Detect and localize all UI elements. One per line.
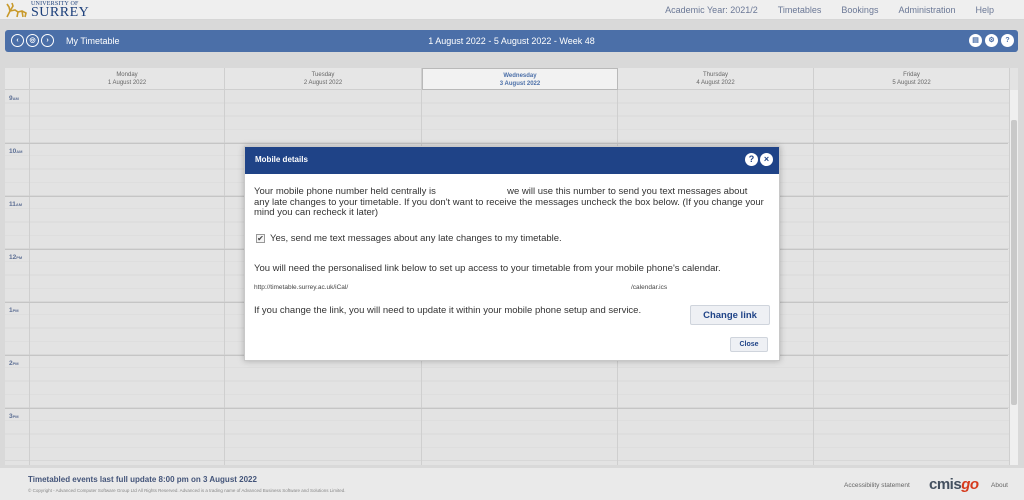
top-header: UNIVERSITY OF SURREY Academic Year: 2021… [0, 0, 1024, 20]
day-header-wednesday: Wednesday 3 August 2022 [422, 68, 618, 90]
mobile-details-dialog: Mobile details ? × Your mobile phone num… [244, 146, 780, 361]
day-name: Wednesday [503, 73, 537, 79]
ical-link[interactable]: http://timetable.surrey.ac.uk/iCal/ /cal… [254, 284, 764, 291]
logo-big-text: SURREY [31, 4, 90, 20]
day-date: 4 August 2022 [696, 80, 735, 86]
nav-academic-year[interactable]: Academic Year: 2021/2 [665, 5, 758, 15]
copyright-text: © Copyright - Advanced Computer Software… [28, 488, 346, 493]
hour-divider [5, 408, 1008, 409]
day-name: Thursday [702, 72, 728, 78]
day-date: 2 August 2022 [303, 80, 343, 86]
sms-opt-in-row[interactable]: ✔ Yes, send me text messages about any l… [256, 233, 562, 244]
dialog-title: Mobile details [255, 155, 308, 164]
time-label: 11AM [9, 201, 23, 208]
day-date: 1 August 2022 [107, 80, 147, 86]
settings-icon[interactable]: ⚙ [985, 34, 998, 47]
ical-link-prefix: http://timetable.surrey.ac.uk/iCal/ [254, 284, 349, 291]
day-date: 3 August 2022 [499, 81, 541, 87]
print-icon[interactable]: ▤ [969, 34, 982, 47]
time-label: 9AM [9, 95, 19, 102]
ical-link-suffix: /calendar.ics [631, 284, 668, 291]
top-nav: Academic Year: 2021/2 Timetables Booking… [665, 0, 994, 20]
link-instructions: You will need the personalised link belo… [254, 263, 721, 274]
last-update-text: Timetabled events last full update 8:00 … [28, 475, 257, 484]
close-button[interactable]: Close [730, 337, 768, 352]
day-name: Monday [116, 72, 138, 78]
timetable-toolbar: ‹ ◎ › 1 August 2022 - 5 August 2022 - We… [5, 30, 1018, 52]
change-link-button[interactable]: Change link [690, 305, 770, 325]
day-header-friday: Friday 5 August 2022 [814, 68, 1010, 90]
footer: Timetabled events last full update 8:00 … [0, 468, 1024, 500]
nav-timetables[interactable]: Timetables [778, 5, 822, 15]
help-icon[interactable]: ? [745, 153, 758, 166]
nav-administration[interactable]: Administration [898, 5, 955, 15]
time-column-header [5, 68, 30, 90]
stag-emblem-icon [6, 2, 27, 18]
time-label: 2PM [9, 360, 19, 367]
help-icon[interactable]: ? [1001, 34, 1014, 47]
day-header-thursday: Thursday 4 August 2022 [618, 68, 814, 90]
close-icon[interactable]: × [760, 153, 773, 166]
time-label: 1PM [9, 307, 19, 314]
hour-divider [5, 143, 1008, 144]
accessibility-link[interactable]: Accessibility statement [844, 482, 910, 489]
change-link-note: If you change the link, you will need to… [254, 305, 642, 316]
day-header-tuesday: Tuesday 2 August 2022 [225, 68, 422, 90]
day-name: Friday [903, 72, 920, 78]
university-logo[interactable]: UNIVERSITY OF SURREY [4, 0, 89, 20]
nav-bookings[interactable]: Bookings [841, 5, 878, 15]
date-range: 1 August 2022 - 5 August 2022 - Week 48 [428, 36, 595, 46]
day-date: 5 August 2022 [892, 80, 931, 86]
page-title: My Timetable [66, 36, 120, 46]
nav-help[interactable]: Help [975, 5, 994, 15]
time-label: 12PM [9, 254, 23, 261]
mobile-number-paragraph: Your mobile phone number held centrally … [254, 186, 764, 218]
day-header-monday: Monday 1 August 2022 [30, 68, 225, 90]
dialog-header: Mobile details ? × [245, 147, 779, 174]
scrollbar-thumb[interactable] [1011, 120, 1017, 405]
about-link[interactable]: About [991, 482, 1008, 489]
sms-opt-in-checkbox[interactable]: ✔ [256, 234, 265, 243]
grid-scrollbar[interactable] [1010, 90, 1018, 465]
time-label: 10AM [9, 148, 23, 155]
cmisgo-logo: cmisgo [929, 476, 979, 493]
time-label: 3PM [9, 413, 19, 420]
sms-opt-in-label[interactable]: Yes, send me text messages about any lat… [270, 233, 562, 244]
day-name: Tuesday [311, 72, 335, 78]
